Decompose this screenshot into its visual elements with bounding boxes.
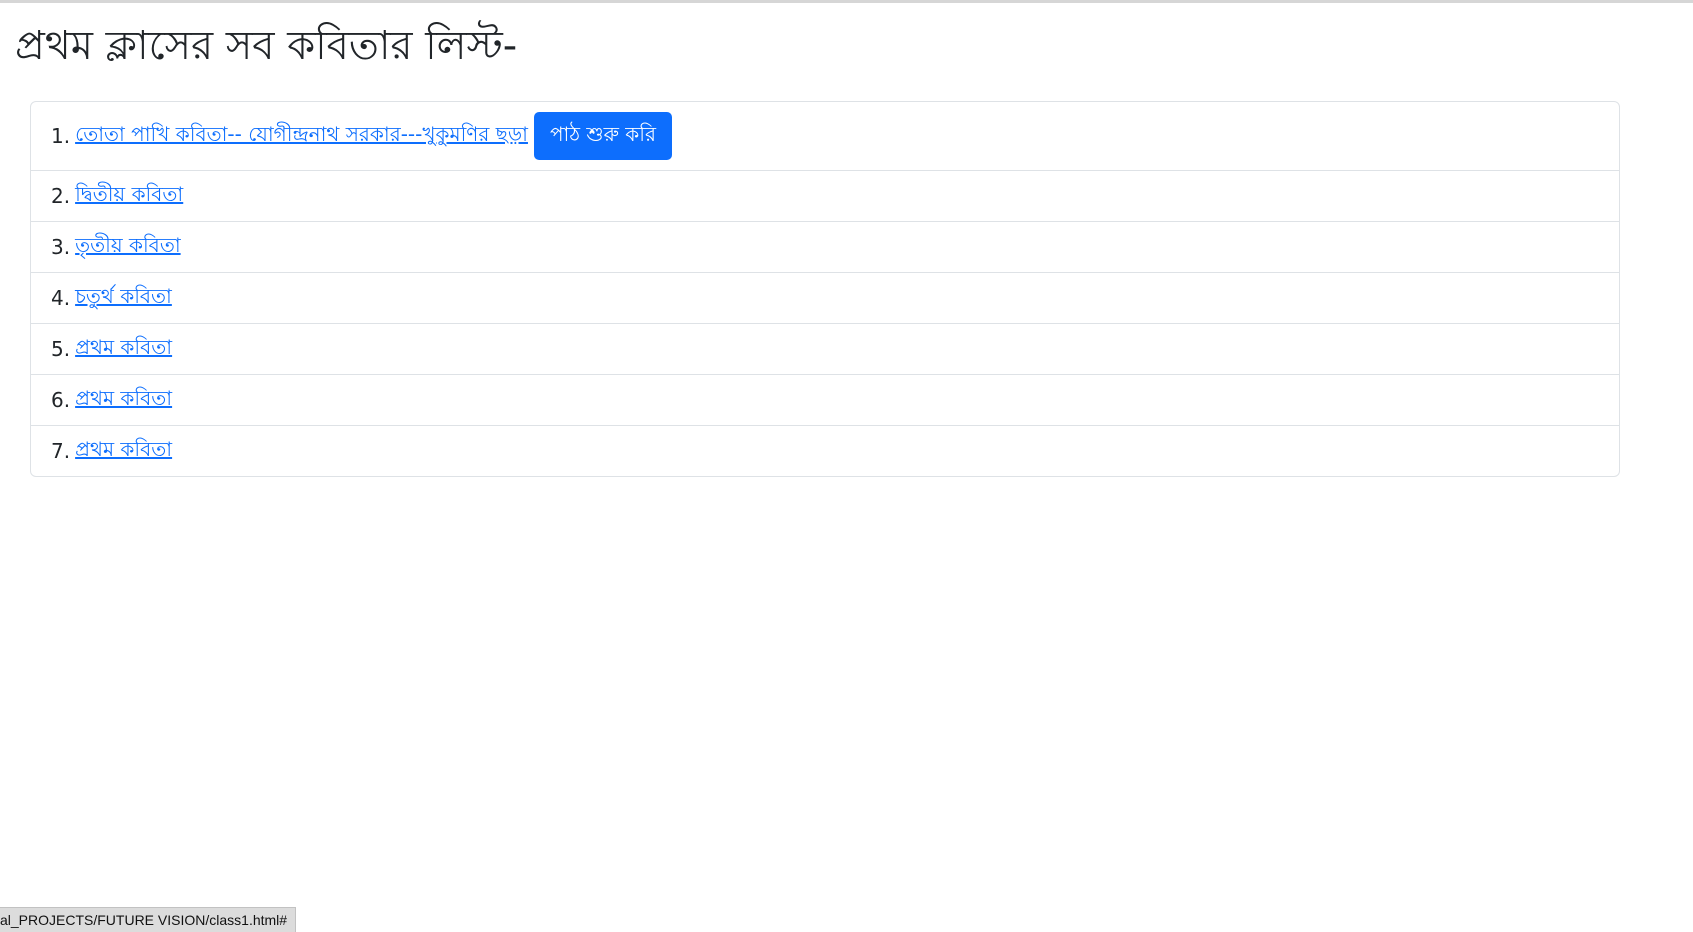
list-item: 1. তোতা পাখি কবিতা-- যোগীন্দ্রনাথ সরকার-… (31, 102, 1619, 170)
status-bar-url: al_PROJECTS/FUTURE VISION/class1.html# (0, 907, 297, 932)
poem-link[interactable]: চতুর্থ কবিতা (75, 282, 172, 315)
item-number: 5. (51, 337, 71, 361)
list-item: 6. প্রথম কবিতা (31, 374, 1619, 425)
page-title: প্রথম ক্লাসের সব কবিতার লিস্ট- (15, 23, 518, 69)
poem-link[interactable]: তৃতীয় কবিতা (75, 231, 181, 264)
top-border (0, 0, 1693, 3)
poem-list: 1. তোতা পাখি কবিতা-- যোগীন্দ্রনাথ সরকার-… (30, 101, 1620, 477)
poem-link[interactable]: প্রথম কবিতা (75, 435, 172, 468)
poem-link[interactable]: প্রথম কবিতা (75, 384, 172, 417)
poem-link[interactable]: দ্বিতীয় কবিতা (75, 180, 183, 213)
list-item: 5. প্রথম কবিতা (31, 323, 1619, 374)
item-number: 7. (51, 439, 71, 463)
item-number: 4. (51, 286, 71, 310)
poem-link[interactable]: প্রথম কবিতা (75, 333, 172, 366)
list-item: 7. প্রথম কবিতা (31, 425, 1619, 476)
poem-link[interactable]: তোতা পাখি কবিতা-- যোগীন্দ্রনাথ সরকার---খ… (75, 120, 528, 153)
list-item: 3. তৃতীয় কবিতা (31, 221, 1619, 272)
list-item: 4. চতুর্থ কবিতা (31, 272, 1619, 323)
item-number: 2. (51, 184, 71, 208)
item-number: 1. (51, 124, 71, 148)
list-item: 2. দ্বিতীয় কবিতা (31, 170, 1619, 221)
start-reading-button[interactable]: পাঠ শুরু করি (533, 112, 673, 160)
item-number: 3. (51, 235, 71, 259)
item-number: 6. (51, 388, 71, 412)
